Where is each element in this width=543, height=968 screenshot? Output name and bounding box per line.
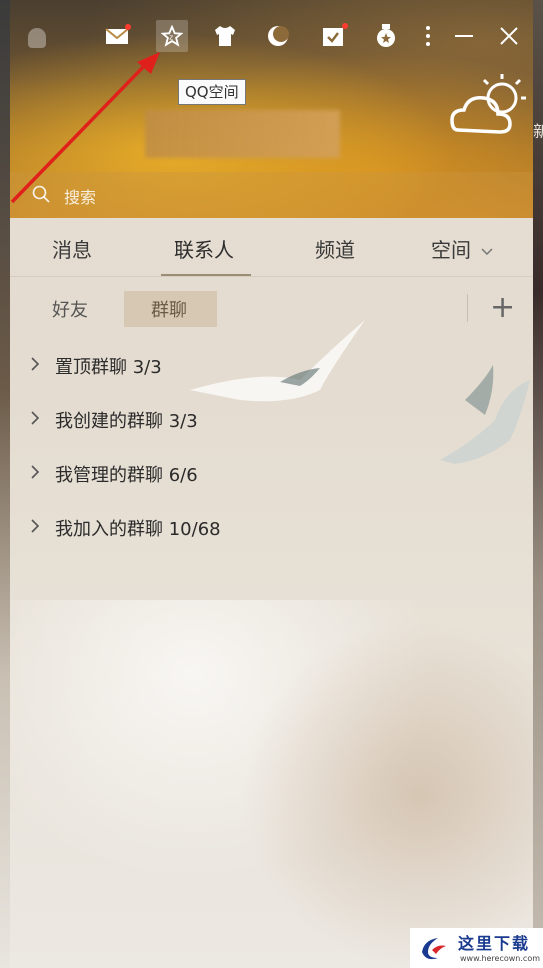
list-item-label: 我加入的群聊 10/68 xyxy=(55,519,221,540)
add-button[interactable]: + xyxy=(490,290,515,326)
tab-contacts[interactable]: 联系人 xyxy=(174,234,234,263)
tab-qzone-label: 空间 xyxy=(431,238,471,262)
chevron-right-icon xyxy=(31,465,40,479)
chevron-right-icon xyxy=(31,411,40,425)
main-tabs: 消息 联系人 频道 空间 xyxy=(10,218,533,277)
moon-icon[interactable] xyxy=(262,20,294,52)
close-icon[interactable] xyxy=(493,20,525,52)
medal-icon[interactable] xyxy=(370,20,402,52)
profile-header: z QQ空间 搜索 xyxy=(10,0,533,218)
list-item-joined-groups[interactable]: 我加入的群聊 10/68 xyxy=(10,507,533,547)
shirt-icon[interactable] xyxy=(209,20,241,52)
qzone-tooltip: QQ空间 xyxy=(178,79,246,105)
search-icon xyxy=(32,185,50,203)
contact-subtabs: 好友 群聊 + xyxy=(10,288,533,332)
mail-icon[interactable] xyxy=(101,20,133,52)
qq-logo-icon xyxy=(28,28,46,48)
divider xyxy=(467,294,468,322)
minimize-icon[interactable] xyxy=(448,20,480,52)
watermark-url: www.herecown.com xyxy=(460,954,540,963)
subtab-friends[interactable]: 好友 xyxy=(52,296,88,322)
backdrop-side-text: 新 xyxy=(533,122,543,141)
notification-dot xyxy=(342,23,348,29)
list-item-label: 我创建的群聊 3/3 xyxy=(55,411,198,432)
tab-channels[interactable]: 频道 xyxy=(315,234,355,263)
site-watermark: 这里下载 www.herecown.com xyxy=(410,928,543,968)
blurred-nickname xyxy=(145,110,340,158)
desktop-backdrop-right xyxy=(533,0,543,968)
list-item-label: 置顶群聊 3/3 xyxy=(55,357,162,378)
watermark-title: 这里下载 xyxy=(458,934,531,953)
weather-cloud-sun-icon[interactable] xyxy=(450,72,530,142)
rock-scenery xyxy=(240,620,533,968)
list-item-managed-groups[interactable]: 我管理的群聊 6/6 xyxy=(10,453,533,493)
search-input[interactable]: 搜索 xyxy=(64,184,96,208)
subtab-groups[interactable]: 群聊 xyxy=(151,296,187,322)
calendar-check-icon[interactable] xyxy=(317,20,349,52)
desktop-backdrop-left xyxy=(0,0,10,968)
qzone-star-icon[interactable]: z xyxy=(156,20,188,52)
list-item-created-groups[interactable]: 我创建的群聊 3/3 xyxy=(10,399,533,439)
chevron-right-icon xyxy=(31,357,40,371)
qq-main-panel: z QQ空间 搜索 消息 联系人 频道 空间 好友 群聊 + 置顶群聊 3/3 … xyxy=(10,0,533,968)
search-bar[interactable]: 搜索 xyxy=(10,172,533,218)
list-item-pinned-groups[interactable]: 置顶群聊 3/3 xyxy=(10,345,533,385)
watermark-logo-icon xyxy=(422,938,446,960)
notification-dot xyxy=(125,24,131,30)
more-icon[interactable] xyxy=(412,20,444,52)
tab-qzone[interactable]: 空间 xyxy=(431,234,493,263)
list-item-label: 我管理的群聊 6/6 xyxy=(55,465,198,486)
active-tab-indicator xyxy=(161,274,251,276)
chevron-right-icon xyxy=(31,519,40,533)
tab-messages[interactable]: 消息 xyxy=(52,234,92,263)
chevron-down-icon xyxy=(481,247,493,255)
svg-text:z: z xyxy=(169,33,173,42)
